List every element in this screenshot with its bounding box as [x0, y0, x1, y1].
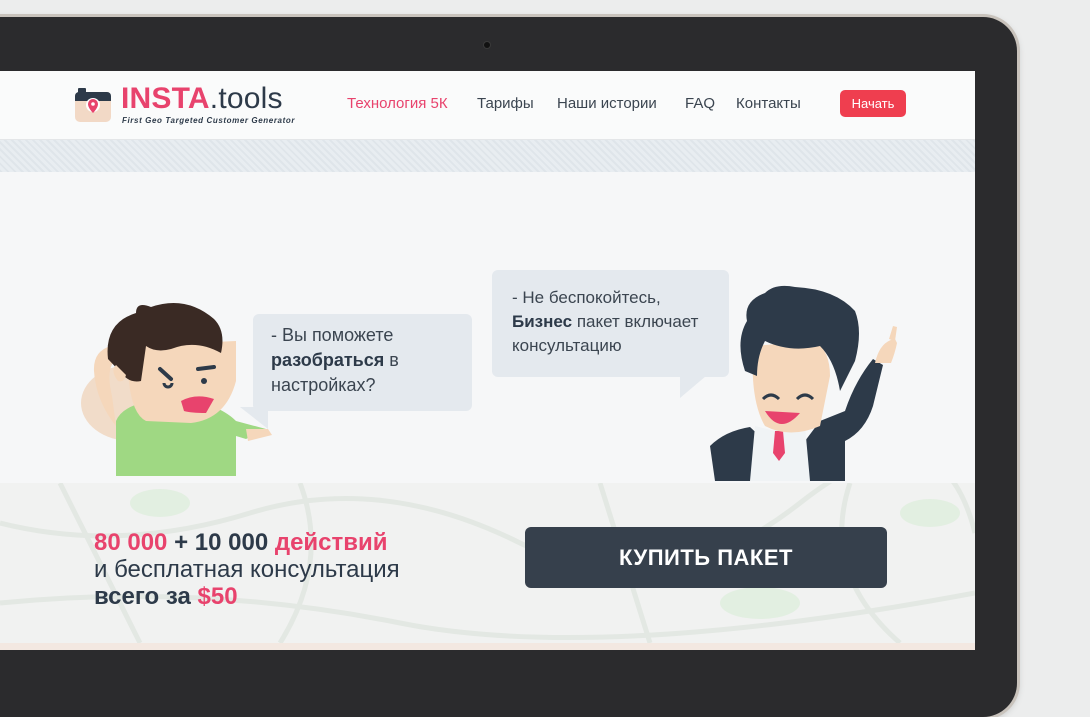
answer-rest1: пакет включает — [576, 312, 699, 331]
offer-text: 80 000 + 10 000 действий и бесплатная ко… — [94, 529, 400, 610]
offer-line3: всего за $50 — [94, 583, 400, 610]
logo-camera-pin-icon[interactable] — [74, 87, 112, 123]
offer-bonus: + 10 000 — [174, 529, 269, 556]
offer-price-prefix: всего за — [94, 583, 191, 610]
confused-man-illustration — [81, 303, 272, 476]
nav-item-pricing[interactable]: Тарифы — [477, 95, 534, 113]
question-prefix: - Вы поможете — [271, 325, 394, 345]
question-bold: разобраться — [271, 350, 385, 370]
offer-amount: 80 000 — [94, 529, 168, 556]
bubble-tail-left — [240, 407, 268, 429]
next-section-edge — [0, 643, 975, 650]
buy-package-button[interactable]: КУПИТЬ ПАКЕТ — [525, 527, 887, 588]
nav-item-stories[interactable]: Наши истории — [557, 95, 657, 113]
offer-line2: и бесплатная консультация — [94, 556, 400, 583]
offer-actions: действий — [274, 529, 388, 556]
speech-bubble-answer: - Не беспокойтесь, Бизнес пакет включает… — [492, 270, 729, 377]
offer-price: $50 — [197, 583, 238, 610]
question-rest: настройках? — [271, 375, 376, 395]
businessman-illustration — [710, 285, 897, 481]
logo-wordmark[interactable]: INSTA.tools — [121, 82, 283, 116]
logo-name-insta: INSTA — [121, 82, 210, 115]
nav-item-technology[interactable]: Технология 5К — [347, 95, 448, 113]
question-in: в — [389, 350, 399, 370]
webcam — [484, 42, 490, 48]
speech-bubble-question: - Вы поможете разобраться в настройках? — [253, 314, 472, 411]
logo-name-tools: .tools — [209, 82, 283, 115]
logo-tagline: First Geo Targeted Customer Generator — [122, 116, 296, 125]
nav-item-faq[interactable]: FAQ — [685, 95, 715, 113]
header-pattern-stripe — [0, 140, 975, 172]
answer-rest2: консультацию — [512, 336, 622, 355]
bubble-tail-right — [680, 376, 706, 398]
offer-line1: 80 000 + 10 000 действий — [94, 529, 400, 556]
answer-line1: - Не беспокойтесь, — [512, 288, 661, 307]
site-header: INSTA.tools First Geo Targeted Customer … — [0, 71, 975, 140]
browser-screen: INSTA.tools First Geo Targeted Customer … — [0, 71, 975, 650]
start-button[interactable]: Начать — [840, 90, 906, 117]
answer-bold: Бизнес — [512, 312, 573, 331]
nav-item-contacts[interactable]: Контакты — [736, 95, 801, 113]
